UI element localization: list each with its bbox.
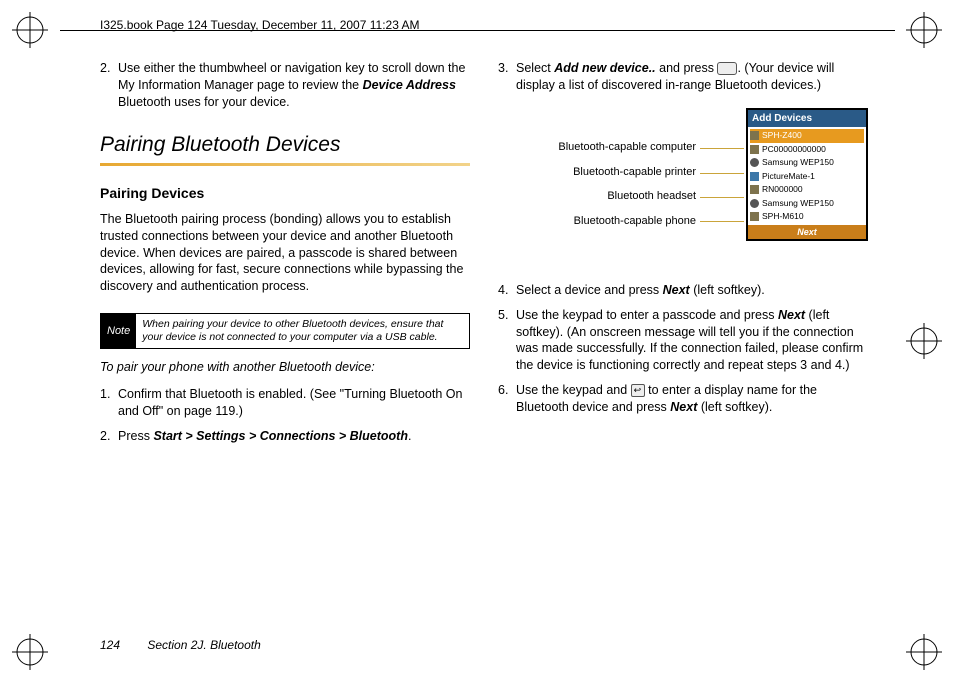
step-text: Select a device and press Next (left sof… [516, 282, 765, 299]
crop-mark-top-right [906, 12, 942, 48]
para-pairing-desc: The Bluetooth pairing process (bonding) … [100, 211, 470, 295]
left-column: 2. Use either the thumbwheel or navigati… [100, 60, 470, 640]
computer-icon [750, 145, 759, 154]
step-number: 4. [498, 282, 516, 299]
device-item: SPH-M610 [750, 210, 864, 223]
ok-key-icon [717, 62, 737, 75]
add-devices-figure: Bluetooth-capable computer Bluetooth-cap… [498, 108, 868, 268]
step-number: 3. [498, 60, 516, 94]
phone-icon [750, 131, 759, 140]
leader-line [700, 197, 744, 198]
leader-line [700, 173, 744, 174]
step-text: Use either the thumbwheel or navigation … [118, 60, 470, 111]
crop-mark-bottom-right [906, 634, 942, 670]
headset-icon [750, 199, 759, 208]
next-softkey-label: Next [670, 400, 697, 414]
step-number: 2. [100, 60, 118, 111]
next-softkey-label: Next [663, 283, 690, 297]
note-text: When pairing your device to other Blueto… [136, 314, 469, 348]
page-number: 124 [100, 638, 120, 652]
phone-icon [750, 212, 759, 221]
right-column: 3. Select Add new device.. and press . (… [498, 60, 868, 640]
step-1: 1. Confirm that Bluetooth is enabled. (S… [100, 386, 470, 420]
crop-mark-top-left [12, 12, 48, 48]
step-text: Press Start > Settings > Connections > B… [118, 428, 411, 445]
device-address-label: Device Address [363, 78, 456, 92]
device-item: PC00000000000 [750, 143, 864, 156]
step-4: 4. Select a device and press Next (left … [498, 282, 868, 299]
label-headset: Bluetooth headset [498, 189, 696, 204]
section-heading: Pairing Bluetooth Devices [100, 131, 470, 159]
enter-key-icon [631, 384, 645, 397]
leader-line [700, 148, 744, 149]
step-number: 2. [100, 428, 118, 445]
prev-step-2: 2. Use either the thumbwheel or navigati… [100, 60, 470, 111]
device-title: Add Devices [748, 110, 866, 128]
headset-icon [750, 158, 759, 167]
step-number: 6. [498, 382, 516, 416]
step-text: Select Add new device.. and press . (You… [516, 60, 868, 94]
crop-mark-bottom-left [12, 634, 48, 670]
step-6: 6. Use the keypad and to enter a display… [498, 382, 868, 416]
label-printer: Bluetooth-capable printer [498, 165, 696, 180]
device-item: PictureMate-1 [750, 170, 864, 183]
device-item: Samsung WEP150 [750, 197, 864, 210]
instruction-heading: To pair your phone with another Bluetoot… [100, 359, 470, 376]
step-5: 5. Use the keypad to enter a passcode an… [498, 307, 868, 375]
label-phone: Bluetooth-capable phone [498, 214, 696, 229]
add-new-device-label: Add new device.. [554, 61, 655, 75]
step-number: 5. [498, 307, 516, 375]
step-text: Use the keypad to enter a passcode and p… [516, 307, 868, 375]
page-header: I325.book Page 124 Tuesday, December 11,… [100, 18, 420, 32]
crop-mark-middle-right [906, 323, 942, 359]
device-item: Samsung WEP150 [750, 156, 864, 169]
page-footer: 124 Section 2J. Bluetooth [100, 638, 261, 652]
step-text: Confirm that Bluetooth is enabled. (See … [118, 386, 470, 420]
device-item: RN000000 [750, 183, 864, 196]
page-body: 2. Use either the thumbwheel or navigati… [100, 60, 868, 640]
note-label: Note [101, 314, 136, 348]
note-box: Note When pairing your device to other B… [100, 313, 470, 349]
callout-labels: Bluetooth-capable computer Bluetooth-cap… [498, 140, 696, 239]
leader-line [700, 221, 744, 222]
phone-icon [750, 185, 759, 194]
device-list: SPH-Z400 PC00000000000 Samsung WEP150 Pi… [748, 127, 866, 224]
device-next-softkey: Next [748, 225, 866, 239]
section-name: Section 2J. Bluetooth [147, 638, 260, 652]
step-3: 3. Select Add new device.. and press . (… [498, 60, 868, 94]
device-item: SPH-Z400 [750, 129, 864, 142]
label-computer: Bluetooth-capable computer [498, 140, 696, 155]
device-screenshot: Add Devices SPH-Z400 PC00000000000 Samsu… [746, 108, 868, 241]
menu-path: Start > Settings > Connections > Bluetoo… [153, 429, 408, 443]
step-text: Use the keypad and to enter a display na… [516, 382, 868, 416]
printer-icon [750, 172, 759, 181]
subsection-heading: Pairing Devices [100, 184, 470, 203]
next-softkey-label: Next [778, 308, 805, 322]
step-2: 2. Press Start > Settings > Connections … [100, 428, 470, 445]
section-rule [100, 163, 470, 166]
step-number: 1. [100, 386, 118, 420]
